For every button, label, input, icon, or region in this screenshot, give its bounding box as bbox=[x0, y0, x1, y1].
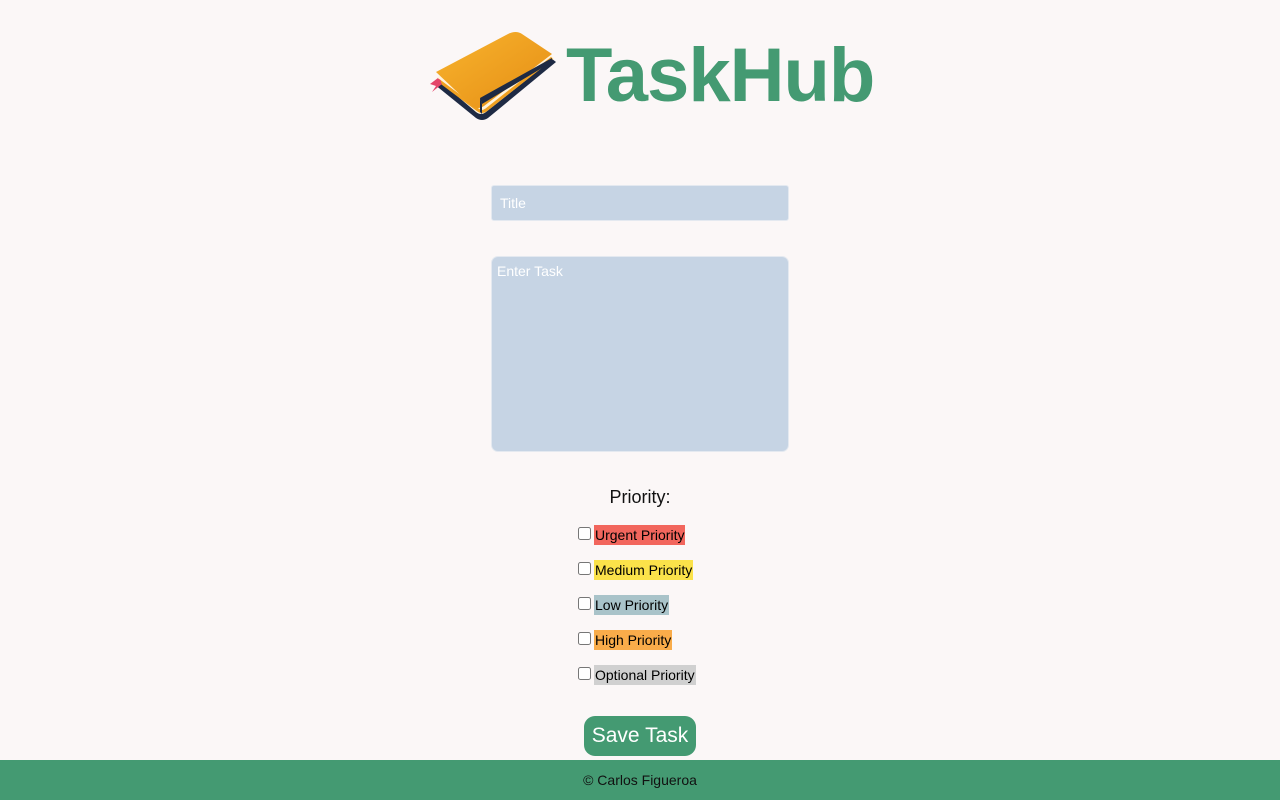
optional-priority-checkbox[interactable] bbox=[578, 667, 591, 680]
footer-copyright: © Carlos Figueroa bbox=[583, 772, 697, 788]
medium-priority-label[interactable]: Medium Priority bbox=[594, 560, 694, 580]
priority-option-urgent: Urgent Priority bbox=[577, 523, 777, 558]
urgent-priority-checkbox[interactable] bbox=[578, 527, 591, 540]
priority-option-optional: Optional Priority bbox=[577, 663, 777, 698]
book-icon bbox=[430, 32, 556, 120]
priority-heading: Priority: bbox=[609, 487, 671, 507]
task-textarea[interactable] bbox=[491, 256, 789, 452]
priority-option-low: Low Priority bbox=[577, 593, 777, 628]
low-priority-checkbox[interactable] bbox=[578, 597, 591, 610]
priority-option-high: High Priority bbox=[577, 628, 777, 663]
taskhub-page: TaskHub Priority: Urgent Priority Medium… bbox=[0, 0, 1280, 800]
priority-option-medium: Medium Priority bbox=[577, 558, 777, 593]
app-title: TaskHub bbox=[566, 33, 875, 118]
title-input[interactable] bbox=[491, 185, 789, 221]
high-priority-checkbox[interactable] bbox=[578, 632, 591, 645]
footer: © Carlos Figueroa bbox=[0, 760, 1280, 800]
save-task-button[interactable]: Save Task bbox=[584, 716, 696, 756]
brand-header: TaskHub bbox=[428, 28, 875, 124]
medium-priority-checkbox[interactable] bbox=[578, 562, 591, 575]
urgent-priority-label[interactable]: Urgent Priority bbox=[594, 525, 686, 545]
low-priority-label[interactable]: Low Priority bbox=[594, 595, 670, 615]
high-priority-label[interactable]: High Priority bbox=[594, 630, 673, 650]
priority-list: Urgent Priority Medium Priority Low Prio… bbox=[577, 523, 777, 698]
optional-priority-label[interactable]: Optional Priority bbox=[594, 665, 696, 685]
